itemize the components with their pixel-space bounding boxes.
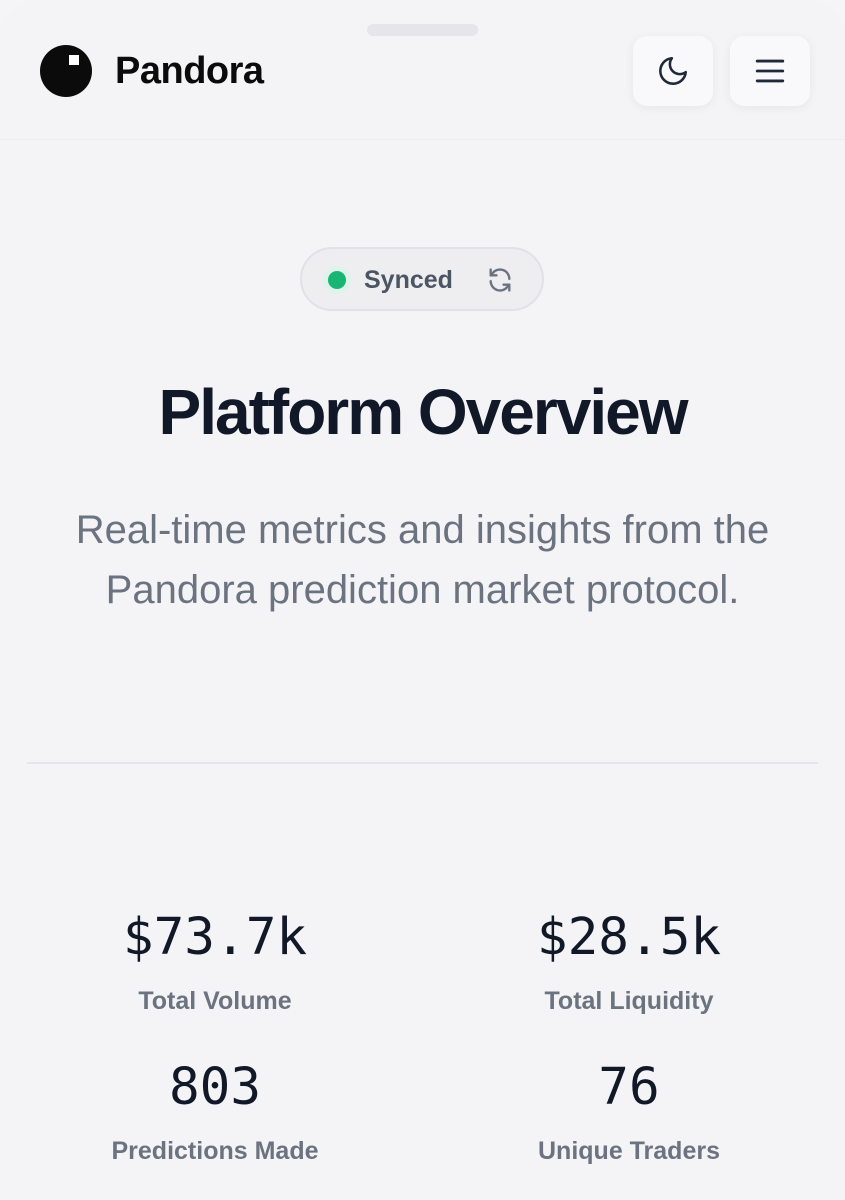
hamburger-menu-icon	[755, 59, 785, 83]
stat-label: Total Volume	[138, 987, 292, 1015]
status-label: Synced	[364, 266, 453, 294]
stat-predictions-made: 803 Predictions Made	[35, 1058, 395, 1166]
pandora-logo-icon[interactable]	[40, 45, 92, 97]
page-subtitle: Real-time metrics and insights from the …	[75, 508, 770, 612]
moon-icon	[659, 56, 688, 85]
stat-value: 76	[598, 1058, 660, 1117]
top-header: Pandora	[0, 0, 845, 140]
theme-toggle-button[interactable]	[633, 36, 713, 106]
stat-total-liquidity: $28.5k Total Liquidity	[449, 908, 809, 1016]
stat-label: Total Liquidity	[544, 987, 714, 1015]
section-divider	[27, 762, 818, 764]
page-title: Platform Overview	[158, 376, 689, 448]
stat-total-volume: $73.7k Total Volume	[35, 908, 395, 1016]
stat-label: Unique Traders	[538, 1137, 720, 1165]
stat-label: Predictions Made	[111, 1137, 319, 1165]
stat-value: 803	[168, 1058, 262, 1117]
stat-value: $73.7k	[122, 908, 308, 967]
stat-unique-traders: 76 Unique Traders	[449, 1058, 809, 1166]
stat-value: $28.5k	[536, 908, 722, 967]
sync-status-badge[interactable]: Synced	[300, 247, 544, 311]
status-dot	[328, 271, 346, 289]
menu-button[interactable]	[730, 36, 810, 106]
app-sheet: Pandora Synced Platform Overview Real-ti…	[0, 0, 845, 1200]
brand-name[interactable]: Pandora	[115, 46, 264, 96]
refresh-icon[interactable]	[486, 266, 514, 294]
